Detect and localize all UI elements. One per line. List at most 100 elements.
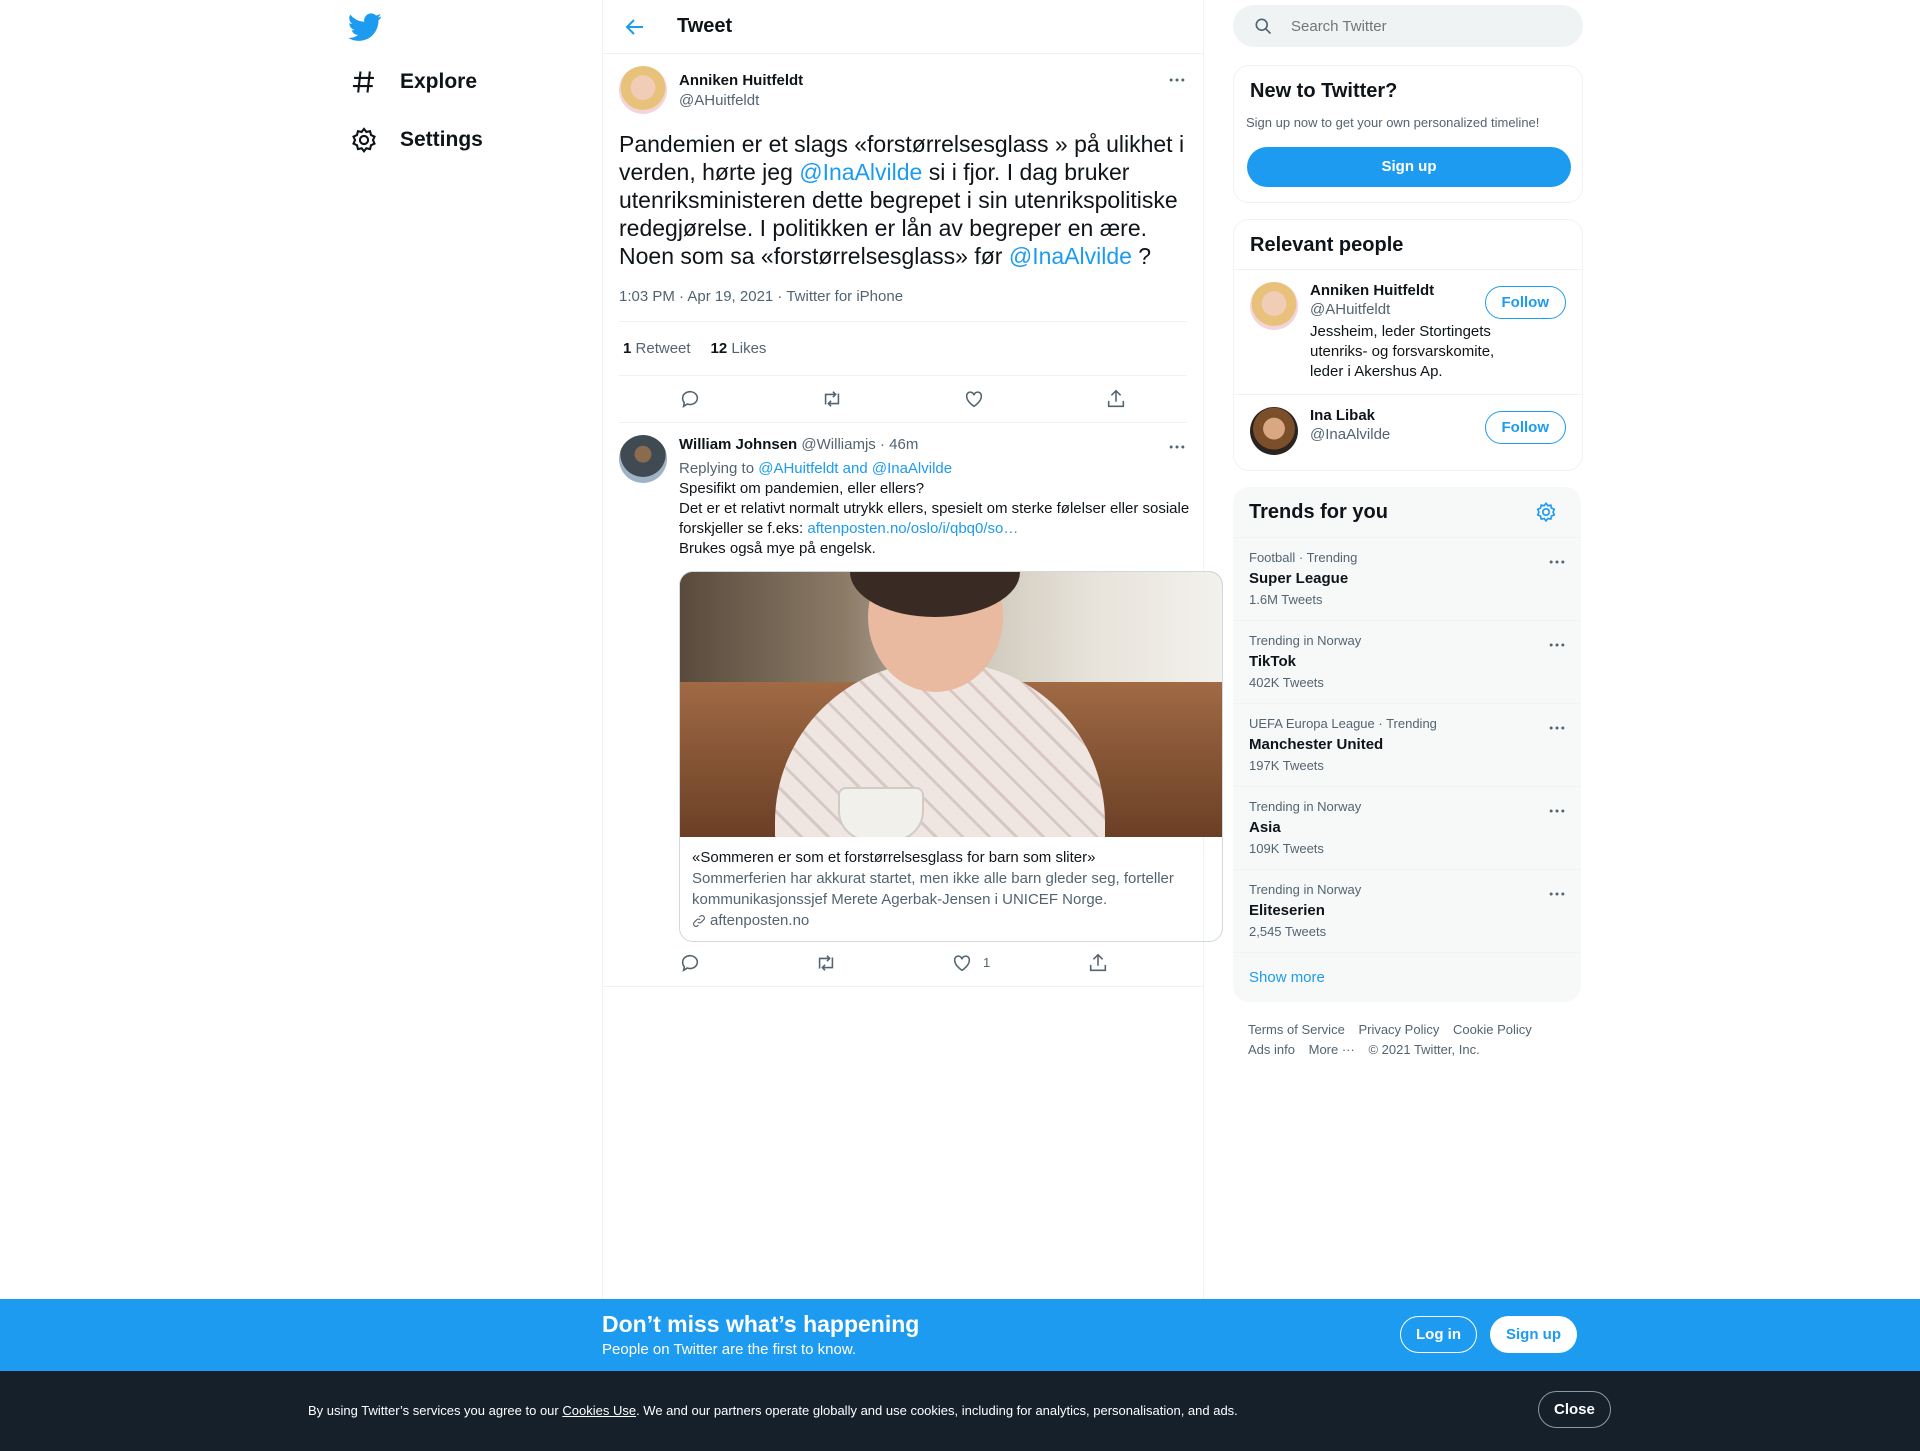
banner-subtitle: People on Twitter are the first to know. <box>602 1341 857 1358</box>
page-header: Tweet <box>603 0 1203 54</box>
avatar[interactable] <box>619 66 667 114</box>
share-icon[interactable] <box>1087 952 1109 974</box>
avatar[interactable] <box>1250 407 1298 455</box>
close-button[interactable]: Close <box>1538 1391 1611 1428</box>
follow-button[interactable]: Follow <box>1484 411 1566 444</box>
cookie-policy-link[interactable]: Cookie Policy <box>1453 1022 1532 1037</box>
person-handle[interactable]: @InaAlvilde <box>1310 426 1390 443</box>
tweet-author[interactable]: Anniken Huitfeldt @AHuitfeldt <box>619 66 1187 114</box>
reply-author-handle[interactable]: @Williamjs <box>801 436 875 453</box>
more-icon[interactable] <box>1547 718 1567 738</box>
card-text: «Sommeren er som et forstørrelsesglass f… <box>680 837 1222 941</box>
card-description: Sommerferien har akkurat startet, men ik… <box>692 870 1174 908</box>
signup-button[interactable]: Sign up <box>1247 147 1571 187</box>
author-handle[interactable]: @AHuitfeldt <box>679 92 803 109</box>
back-arrow-icon[interactable] <box>623 15 647 39</box>
like-icon[interactable] <box>951 952 973 974</box>
person-name[interactable]: Ina Libak <box>1310 407 1390 424</box>
trend-item[interactable]: Trending in Norway TikTok 402K Tweets <box>1233 620 1581 703</box>
twitter-logo-icon[interactable] <box>348 10 382 44</box>
reply-author-name[interactable]: William Johnsen <box>679 436 797 453</box>
relevant-people-title: Relevant people <box>1250 234 1404 256</box>
person-handle[interactable]: @AHuitfeldt <box>1310 301 1510 318</box>
more-icon[interactable] <box>1167 70 1187 90</box>
replying-to-users[interactable]: @AHuitfeldt and @InaAlvilde <box>758 460 952 477</box>
trend-name: TikTok <box>1249 653 1296 670</box>
link-icon <box>693 914 705 927</box>
likes-label: Likes <box>731 340 767 357</box>
show-more-link[interactable]: Show more <box>1233 952 1581 1002</box>
nav-explore[interactable]: Explore <box>350 68 477 96</box>
tweet-text: Pandemien er et slags «forstørrelsesglas… <box>619 130 1187 270</box>
avatar[interactable] <box>619 435 667 483</box>
more-icon[interactable] <box>1547 801 1567 821</box>
privacy-link[interactable]: Privacy Policy <box>1358 1022 1439 1037</box>
trend-count: 109K Tweets <box>1249 841 1324 856</box>
reply-icon[interactable] <box>679 388 701 410</box>
author-name[interactable]: Anniken Huitfeldt <box>679 72 803 89</box>
replying-to: Replying to @AHuitfeldt and @InaAlvilde <box>679 459 1223 479</box>
person-item[interactable]: Ina Libak @InaAlvilde Follow <box>1234 394 1582 467</box>
trend-name: Super League <box>1249 570 1349 587</box>
like-count: 1 <box>983 955 991 970</box>
more-icon[interactable] <box>1547 884 1567 904</box>
person-item[interactable]: Anniken Huitfeldt @AHuitfeldt Jessheim, … <box>1234 269 1582 394</box>
trend-item[interactable]: Trending in Norway Asia 109K Tweets <box>1233 786 1581 869</box>
likes-count: 12 <box>710 340 728 357</box>
trend-item[interactable]: UEFA Europa League · Trending Manchester… <box>1233 703 1581 786</box>
like-icon[interactable] <box>963 388 985 410</box>
trends-box: Trends for you Football · Trending Super… <box>1233 487 1581 1002</box>
follow-button[interactable]: Follow <box>1484 286 1566 319</box>
replying-to-label: Replying to <box>679 460 755 477</box>
likes-stat[interactable]: 12 Likes <box>711 340 767 357</box>
share-icon[interactable] <box>1105 388 1127 410</box>
reply-body: William Johnsen @Williamjs · 46m Replyin… <box>679 435 1223 986</box>
retweet-icon[interactable] <box>821 388 843 410</box>
ads-info-link[interactable]: Ads info <box>1248 1042 1295 1057</box>
trend-item[interactable]: Football · Trending Super League 1.6M Tw… <box>1233 537 1581 620</box>
reply-tweet[interactable]: William Johnsen @Williamjs · 46m Replyin… <box>603 423 1223 987</box>
relevant-people-box: Relevant people Anniken Huitfeldt @AHuit… <box>1233 219 1583 471</box>
reply-text-line: Det er et relativt normalt utrykk ellers… <box>679 499 1223 539</box>
card-domain: aftenposten.no <box>710 912 810 929</box>
retweets-label: Retweet <box>635 340 691 357</box>
reply-text-line: Brukes også mye på engelsk. <box>679 540 876 557</box>
reply-author: William Johnsen @Williamjs · 46m <box>679 435 1223 455</box>
login-button[interactable]: Log in <box>1400 1316 1477 1353</box>
trend-count: 2,545 Tweets <box>1249 924 1327 939</box>
retweets-stat[interactable]: 1 Retweet <box>623 340 691 357</box>
mention-link[interactable]: @InaAlvilde <box>1009 243 1132 269</box>
more-link[interactable]: More ··· <box>1309 1042 1355 1057</box>
gear-icon <box>352 127 376 154</box>
gear-icon[interactable] <box>1535 501 1557 523</box>
person-name[interactable]: Anniken Huitfeldt <box>1310 282 1510 299</box>
cookie-bar: By using Twitter’s services you agree to… <box>0 1371 1920 1451</box>
reply-icon[interactable] <box>679 952 701 974</box>
avatar[interactable] <box>1250 282 1298 330</box>
main-column: Tweet Anniken Huitfeldt @AHuitfeldt Pand… <box>602 0 1223 1300</box>
trend-count: 197K Tweets <box>1249 758 1324 773</box>
terms-link[interactable]: Terms of Service <box>1248 1022 1345 1037</box>
more-icon[interactable] <box>1547 552 1567 572</box>
more-icon[interactable] <box>1547 635 1567 655</box>
banner-signup-button[interactable]: Sign up <box>1490 1316 1577 1353</box>
article-link[interactable]: aftenposten.no/oslo/i/qbq0/so… <box>807 520 1018 537</box>
footer-links: Terms of Service Privacy Policy Cookie P… <box>1248 1020 1542 1060</box>
trend-item[interactable]: Trending in Norway Eliteserien 2,545 Twe… <box>1233 869 1581 952</box>
mention-link[interactable]: @InaAlvilde <box>799 159 922 185</box>
new-to-twitter-subtitle: Sign up now to get your own personalized… <box>1246 115 1540 130</box>
search-bar[interactable] <box>1233 5 1583 47</box>
new-to-twitter-box: New to Twitter? Sign up now to get your … <box>1233 65 1583 203</box>
link-card[interactable]: «Sommeren er som et forstørrelsesglass f… <box>679 571 1223 942</box>
retweet-icon[interactable] <box>815 952 837 974</box>
trends-header: Trends for you <box>1233 487 1581 537</box>
tweet-text-part: ? <box>1131 243 1152 269</box>
nav-settings[interactable]: Settings <box>350 126 483 154</box>
reply-time[interactable]: · 46m <box>880 436 918 453</box>
cookies-use-link[interactable]: Cookies Use <box>562 1403 636 1418</box>
more-icon[interactable] <box>1167 437 1187 457</box>
tweet-meta[interactable]: 1:03 PM · Apr 19, 2021 · Twitter for iPh… <box>619 288 1187 322</box>
cookie-text-part: . We and our partners operate globally a… <box>636 1403 1238 1418</box>
search-input[interactable] <box>1289 16 1553 36</box>
person-bio: Jessheim, leder Stortingets utenriks- og… <box>1310 323 1495 380</box>
